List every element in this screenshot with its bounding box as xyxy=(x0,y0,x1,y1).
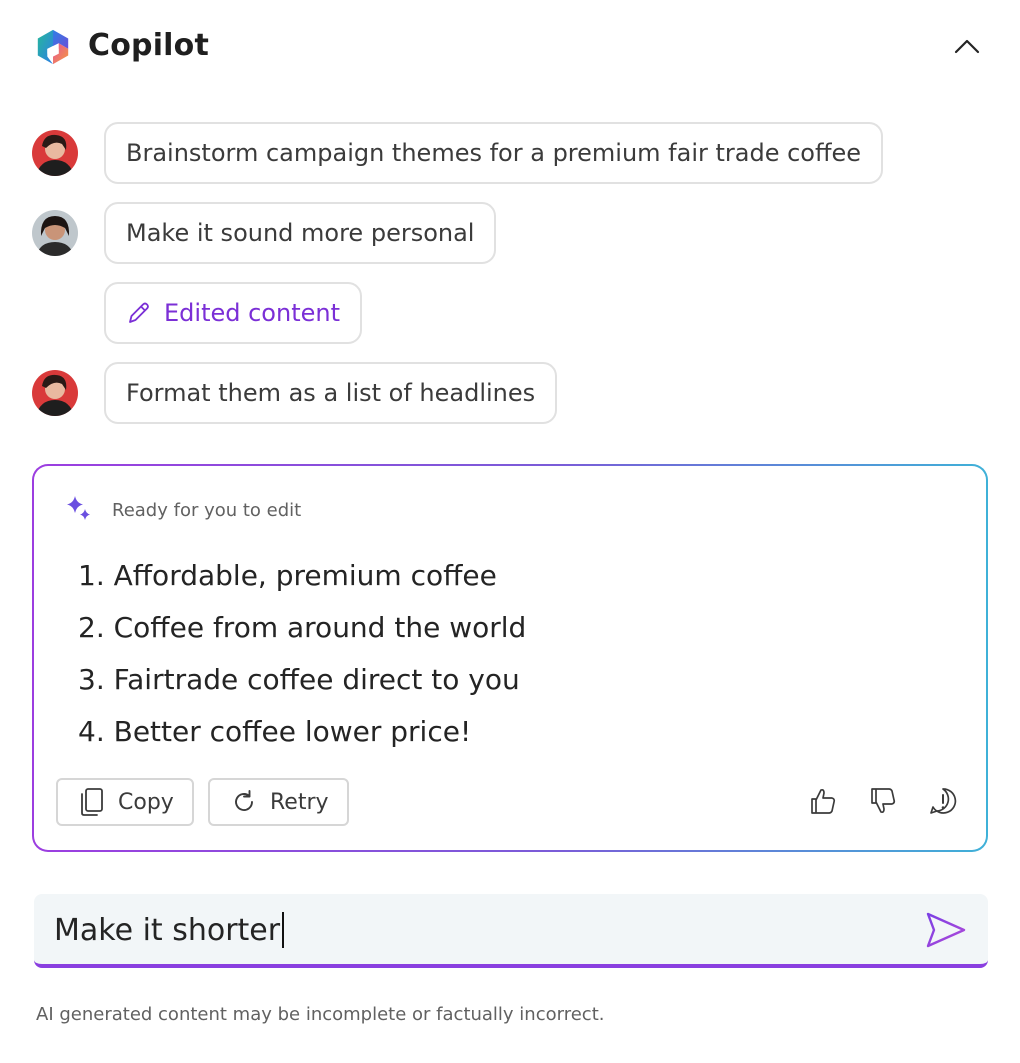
copilot-panel: Copilot Brainstorm campaign themes for a… xyxy=(0,0,1020,1063)
chat-input-value: Make it shorter xyxy=(54,912,281,948)
user-avatar-icon xyxy=(32,210,78,256)
user-avatar-icon xyxy=(32,370,78,416)
headline-list: 1. Affordable, premium coffee 2. Coffee … xyxy=(78,550,526,758)
pencil-icon xyxy=(129,302,149,323)
user-message: Brainstorm campaign themes for a premium… xyxy=(104,122,884,184)
sparkle-icon xyxy=(67,496,90,520)
chat-input[interactable]: Make it shorter xyxy=(34,894,988,968)
list-item: 3. Fairtrade coffee direct to you xyxy=(78,663,520,696)
chat-input-field[interactable]: Make it shorter xyxy=(54,912,285,948)
user-message: Make it sound more personal xyxy=(104,202,497,264)
thumbs-down-icon[interactable] xyxy=(866,784,900,818)
list-item: 4. Better coffee lower price! xyxy=(78,715,472,748)
response-status: Ready for you to edit xyxy=(112,500,302,521)
response-card-body: Ready for you to edit 1. Affordable, pre… xyxy=(34,466,986,850)
refresh-icon xyxy=(235,790,253,811)
header: Copilot xyxy=(34,26,986,70)
text-caret xyxy=(282,912,285,948)
copy-label: Copy xyxy=(118,789,174,815)
edited-content-button[interactable]: Edited content xyxy=(104,282,362,344)
list-item: 1. Affordable, premium coffee xyxy=(78,559,497,592)
copilot-logo-icon xyxy=(37,29,69,65)
report-icon[interactable] xyxy=(926,784,960,818)
edited-content-label: Edited content xyxy=(164,299,340,327)
thumbs-up-icon[interactable] xyxy=(806,784,840,818)
copy-icon xyxy=(81,788,103,816)
user-avatar-icon xyxy=(32,130,78,176)
copy-button[interactable]: Copy xyxy=(56,778,194,826)
send-icon[interactable] xyxy=(924,910,968,950)
disclaimer: AI generated content may be incomplete o… xyxy=(36,1004,605,1025)
retry-button[interactable]: Retry xyxy=(208,778,349,826)
app-title: Copilot xyxy=(88,28,210,63)
user-message: Format them as a list of headlines xyxy=(104,362,558,424)
chevron-up-icon[interactable] xyxy=(952,32,982,62)
retry-label: Retry xyxy=(270,789,329,815)
response-card: Ready for you to edit 1. Affordable, pre… xyxy=(32,464,988,852)
list-item: 2. Coffee from around the world xyxy=(78,611,527,644)
